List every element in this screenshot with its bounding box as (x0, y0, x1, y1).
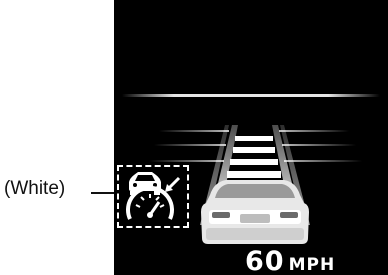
speed-readout: 60 MPH (245, 246, 335, 275)
instrument-display: 60 MPH (114, 0, 388, 275)
speed-value: 60 (245, 246, 285, 275)
cruise-control-indicator (117, 165, 189, 228)
cruise-control-vehicle-distance-icon (126, 172, 181, 220)
callout-label-white: (White) (4, 178, 66, 199)
speed-unit: MPH (288, 255, 336, 275)
own-vehicle-rear-view-icon (201, 180, 309, 244)
lane-lines-graphic (122, 94, 380, 244)
